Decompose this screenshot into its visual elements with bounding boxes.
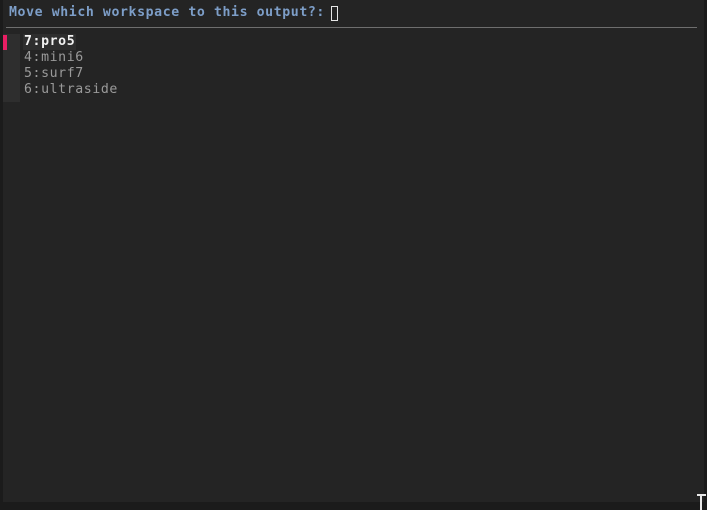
prompt-input[interactable] [330, 5, 338, 21]
list-item-workspace-3[interactable]: 6:ultraside [3, 82, 704, 98]
list-item-workspace-0[interactable]: 7:pro5 [3, 34, 704, 50]
prompt-label: Move which workspace to this output?: [9, 5, 325, 20]
workspace-list: 7:pro5 4:mini6 5:surf7 6:ultraside [3, 34, 704, 98]
list-item-workspace-1[interactable]: 4:mini6 [3, 50, 704, 66]
selection-marker-icon [3, 83, 7, 98]
workspace-move-menu-window: Move which workspace to this output?: 7:… [0, 0, 707, 510]
prompt-row: Move which workspace to this output?: [3, 0, 704, 26]
menu-panel: Move which workspace to this output?: 7:… [3, 0, 704, 502]
list-item-label: 5:surf7 [24, 66, 84, 81]
text-cursor-icon [330, 5, 338, 21]
list-item-label: 4:mini6 [24, 50, 84, 65]
list-item-workspace-2[interactable]: 5:surf7 [3, 66, 704, 82]
list-item-label: 7:pro5 [23, 34, 77, 50]
mouse-cursor-icon [697, 494, 706, 510]
mouse-cursor-stem [700, 494, 702, 510]
selection-marker-icon [3, 35, 7, 50]
list-item-label: 6:ultraside [24, 82, 118, 97]
selection-marker-icon [3, 51, 7, 66]
window-bottom-border [0, 502, 707, 510]
selection-marker-icon [3, 67, 7, 82]
prompt-separator [6, 27, 697, 28]
